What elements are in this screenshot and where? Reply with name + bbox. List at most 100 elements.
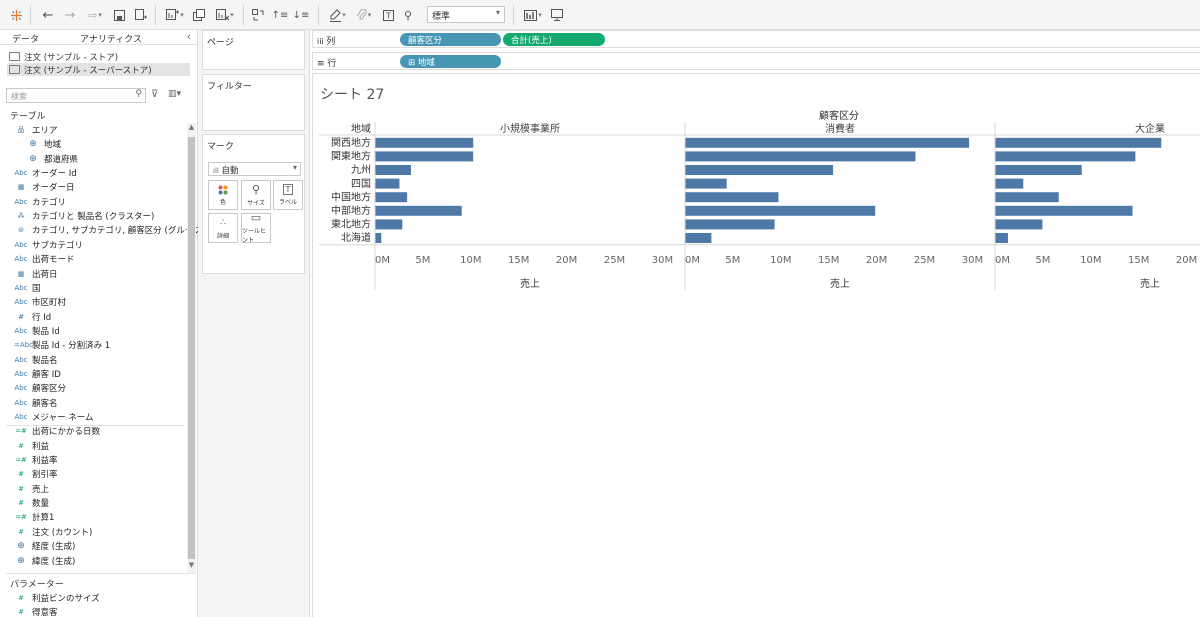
field-label: 数量 <box>32 499 50 510</box>
number-type-icon: # <box>18 312 24 321</box>
sort-descending-icon[interactable]: ↓≡ <box>293 6 310 24</box>
field-item[interactable]: # 注文 (カウント) <box>14 525 92 539</box>
field-item[interactable]: # 行 Id <box>14 310 51 324</box>
field-item[interactable]: # 売上 <box>14 482 49 496</box>
sort-ascending-icon[interactable]: ↑≡ <box>272 6 289 24</box>
field-item[interactable]: # 割引率 <box>14 467 57 481</box>
string-type-icon: Abc <box>14 169 28 178</box>
size-button[interactable]: ⚲ サイズ <box>241 180 271 210</box>
pill-sum-sales[interactable]: 合計(売上) <box>503 33 605 46</box>
search-input[interactable]: 検索 ⚲ <box>6 88 146 103</box>
field-item[interactable]: Abc オーダー Id <box>14 166 77 180</box>
search-icon[interactable]: ⚲ <box>135 89 142 99</box>
field-item[interactable]: ⊕ 緯度 (生成) <box>14 554 75 568</box>
field-item[interactable]: ⁂ カテゴリと 製品名 (クラスター) <box>14 209 155 223</box>
fit-select[interactable]: 標準 ▾ <box>427 6 505 23</box>
add-datasource-icon[interactable] <box>134 6 148 24</box>
forward-icon[interactable]: → <box>62 6 78 24</box>
field-item[interactable]: Abc 顧客区分 <box>14 381 66 395</box>
field-item[interactable]: 品エリア <box>14 123 58 137</box>
tab-data[interactable]: データ <box>12 32 39 45</box>
tick-label-0-5: 25M <box>604 255 625 266</box>
field-item[interactable]: Abc 製品 Id <box>14 324 59 338</box>
clear-sheet-icon[interactable]: ▾ <box>213 6 237 24</box>
filters-card[interactable]: フィルター <box>202 74 305 131</box>
tooltip-button[interactable]: ▭ ツールヒント <box>241 212 271 244</box>
field-item[interactable]: # 利益 <box>14 439 49 453</box>
calc-number-icon: =# <box>15 427 27 436</box>
pin-icon[interactable]: ⚲ <box>401 6 415 24</box>
tick-label-1-5: 25M <box>914 255 935 266</box>
show-me-icon[interactable]: ▾ <box>522 6 544 24</box>
tick-label-0-2: 10M <box>460 255 481 266</box>
scrollbar-thumb[interactable] <box>188 137 195 559</box>
field-item[interactable]: Abc カテゴリ <box>14 195 66 209</box>
pill-region[interactable]: ⊞ 地域 <box>400 55 501 68</box>
chevron-down-icon: ▾ <box>495 8 500 17</box>
field-item[interactable]: ⊕ 地域 <box>26 137 61 151</box>
columns-shelf[interactable]: iii 列 顧客区分 合計(売上) <box>312 30 1200 48</box>
field-item[interactable]: ▦ オーダー日 <box>14 180 75 194</box>
collapse-pane-icon[interactable]: ‹ <box>187 30 191 43</box>
bar-2-3 <box>995 178 1024 189</box>
field-item[interactable]: =# 出荷にかかる日数 <box>14 424 100 438</box>
mark-type-select[interactable]: ıll 自動 ▾ <box>208 162 301 176</box>
scroll-down-icon[interactable]: ▼ <box>187 561 196 569</box>
cards-pane: ページ フィルター マーク ıll 自動 ▾ 色 ⚲ サイズ T ラベル ∴ 詳… <box>198 30 310 617</box>
rows-shelf[interactable]: ≡ 行 ⊞ 地域 <box>312 52 1200 70</box>
tableau-logo-icon[interactable] <box>9 6 23 24</box>
field-item[interactable]: Abc 顧客 ID <box>14 367 60 381</box>
pages-card[interactable]: ページ <box>202 30 305 70</box>
tick-label-2-0: 0M <box>995 255 1010 266</box>
string-type-icon: Abc <box>14 326 28 335</box>
detail-button[interactable]: ∴ 詳細 <box>208 213 238 243</box>
field-label: オーダー Id <box>32 169 77 180</box>
field-item[interactable]: =# 計算1 <box>14 510 54 524</box>
label-icon[interactable]: T <box>381 6 395 24</box>
field-item[interactable]: ⊘ カテゴリ, サブカテゴリ, 顧客区分 (グループ) <box>14 223 205 237</box>
hierarchy-icon: 品 <box>17 126 25 134</box>
pages-card-title: ページ <box>207 38 234 48</box>
field-item[interactable]: Abc 出荷モード <box>14 252 74 266</box>
highlight-icon[interactable]: ▾ <box>328 6 348 24</box>
field-label: 利益 <box>32 441 50 452</box>
field-item[interactable]: =Abc 製品 Id - 分割済み 1 <box>14 338 110 352</box>
pill-segment[interactable]: 顧客区分 <box>400 33 501 46</box>
field-label: 利益ビンのサイズ <box>32 594 100 604</box>
tab-analytics[interactable]: アナリティクス <box>80 32 142 45</box>
save-icon[interactable] <box>112 6 126 24</box>
string-type-icon: Abc <box>14 369 28 378</box>
view-options-icon[interactable]: ▥▾ <box>168 89 181 99</box>
field-item[interactable]: ⊕ 経度 (生成) <box>14 539 75 553</box>
scroll-up-icon[interactable]: ▲ <box>187 123 196 131</box>
field-item[interactable]: Abc 国 <box>14 281 40 295</box>
field-item[interactable]: # 数量 <box>14 496 49 510</box>
datasource-item[interactable]: 注文 (サンプル - ストア) <box>7 50 190 63</box>
row-label-0: 関西地方 <box>331 136 371 149</box>
field-label: サブカテゴリ <box>32 240 84 251</box>
field-item[interactable]: Abc 顧客名 <box>14 396 57 410</box>
parameter-item[interactable]: # 得意客 <box>14 605 57 617</box>
field-item[interactable]: Abc 製品名 <box>14 353 57 367</box>
datasource-item-active[interactable]: 注文 (サンプル - スーパーストア) <box>7 63 190 76</box>
field-item[interactable]: Abc 市区町村 <box>14 295 66 309</box>
color-button[interactable]: 色 <box>208 180 238 210</box>
field-item[interactable]: ▦ 出荷日 <box>14 267 58 281</box>
field-item[interactable]: ⊕ 都道府県 <box>26 152 78 166</box>
presentation-icon[interactable] <box>550 6 564 24</box>
field-item[interactable]: =# 利益率 <box>14 453 57 467</box>
swap-icon[interactable] <box>251 6 265 24</box>
group-icon[interactable]: ▾ <box>354 6 374 24</box>
field-item[interactable]: Abc サブカテゴリ <box>14 238 83 252</box>
new-worksheet-icon[interactable]: ▾ <box>164 6 186 24</box>
label-button[interactable]: T ラベル <box>273 180 303 210</box>
redo-icon[interactable]: ⇨ ▾ <box>84 6 106 24</box>
field-item[interactable]: Abc メジャー ネーム <box>14 410 94 424</box>
duplicate-icon[interactable] <box>192 6 206 24</box>
filter-icon[interactable]: ⊽ <box>151 89 158 100</box>
tick-label-2-3: 15M <box>1128 255 1149 266</box>
back-icon[interactable]: ← <box>40 6 56 24</box>
field-label: メジャー ネーム <box>32 413 94 423</box>
field-label: 計算1 <box>32 513 55 524</box>
parameter-item[interactable]: # 利益ビンのサイズ <box>14 591 100 605</box>
